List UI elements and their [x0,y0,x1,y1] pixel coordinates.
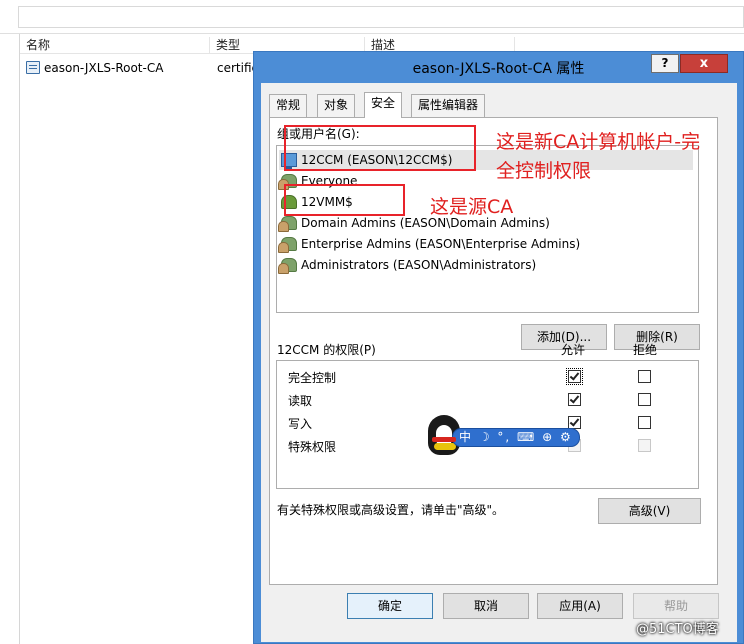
annotation-text-new-ca-line2: 全控制权限 [496,160,592,182]
deny-checkbox[interactable] [638,393,651,406]
certificate-icon [26,61,40,74]
tab-general[interactable]: 常规 [269,94,308,117]
column-name[interactable]: 名称 [20,37,210,54]
item-name: eason-JXLS-Root-CA [44,61,164,75]
deny-checkbox[interactable] [638,370,651,383]
deny-column-header: 拒绝 [633,343,658,357]
annotation-text-source-ca: 这是源CA [430,196,514,218]
annotation-box-12ccm [284,125,476,171]
deny-checkbox [638,439,651,452]
help-title-button[interactable]: ? [651,54,679,73]
ime-bar[interactable]: 中 ☽ °, ⌨ ⊕ ⚙ [452,428,580,447]
allow-checkbox[interactable] [566,368,583,385]
watermark: @51CTO博客 [636,622,719,637]
allow-column-header: 允许 [561,343,586,357]
permissions-label: 12CCM 的权限(P) [277,343,376,357]
annotation-box-12vmm [284,184,405,216]
permission-row: 读取 [277,389,697,411]
advanced-button[interactable]: 高级(V) [598,498,701,524]
list-item[interactable]: eason-JXLS-Root-CA certific [24,58,264,78]
advanced-hint: 有关特殊权限或高级设置，请单击"高级"。 [277,503,505,517]
ok-button[interactable]: 确定 [347,593,433,619]
group-icon [278,216,297,232]
annotation-text-new-ca-line1: 这是新CA计算机帐户-完 [496,131,701,153]
user-label: Administrators (EASON\Administrators) [301,258,537,272]
scarf-decoration [432,437,456,442]
cancel-button[interactable]: 取消 [443,593,529,619]
permission-label: 写入 [288,417,313,431]
help-button: 帮助 [633,593,719,619]
allow-checkbox[interactable] [568,393,581,406]
permission-label: 读取 [288,394,313,408]
deny-checkbox[interactable] [638,416,651,429]
ime-toolbar[interactable]: 中 ☽ °, ⌨ ⊕ ⚙ [428,415,580,457]
user-item-administrators[interactable]: Administrators (EASON\Administrators) [278,255,693,275]
permission-label: 完全控制 [288,371,337,385]
explorer-toolbar [0,0,744,34]
permission-label: 特殊权限 [288,440,337,454]
explorer-address-bar[interactable] [18,6,744,28]
tab-object[interactable]: 对象 [317,94,356,117]
user-label: Enterprise Admins (EASON\Enterprise Admi… [301,237,581,251]
group-icon [278,237,297,253]
apply-button[interactable]: 应用(A) [537,593,623,619]
tab-attribute-editor[interactable]: 属性编辑器 [411,94,486,117]
tab-security[interactable]: 安全 [364,92,403,118]
user-item-enterprise-admins[interactable]: Enterprise Admins (EASON\Enterprise Admi… [278,234,693,254]
close-button[interactable]: x [680,54,728,73]
group-icon [278,258,297,274]
dialog-titlebar[interactable]: eason-JXLS-Root-CA 属性 ? x [254,52,743,83]
item-type: certific [217,61,259,75]
explorer-tree-pane [0,34,20,644]
permission-row: 完全控制 [277,366,697,388]
